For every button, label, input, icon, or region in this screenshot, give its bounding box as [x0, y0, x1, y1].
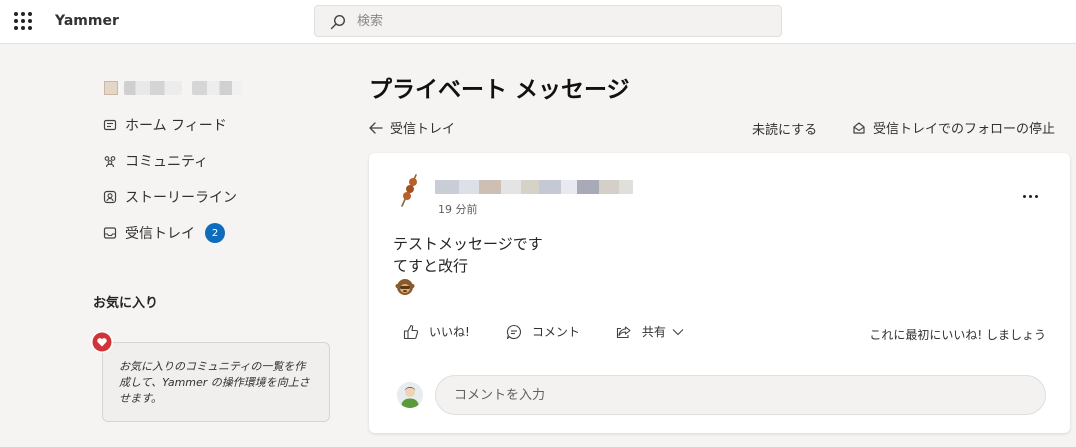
sidebar-item-inbox[interactable]: 受信トレイ 2: [103, 222, 225, 244]
favorites-heading: お気に入り: [93, 296, 159, 311]
comment-button[interactable]: コメント: [506, 323, 580, 340]
heart-icon: [91, 331, 113, 353]
search-input[interactable]: [357, 6, 767, 36]
chevron-down-icon: [672, 328, 684, 335]
search-box[interactable]: [314, 5, 782, 37]
avatar: [397, 382, 423, 408]
favorites-hint-text: お気に入りのコミュニティの一覧を作成して、Yammer の操作環境を向上させます…: [119, 360, 310, 405]
sidebar-item-home-feed[interactable]: ホーム フィード: [103, 114, 227, 136]
be-first-to-like-text: これに最初にいいね! しましょう: [869, 328, 1046, 342]
community-icon: [104, 156, 116, 168]
message-body: テストメッセージです てすと改行: [393, 233, 543, 277]
inbox-icon: [103, 227, 117, 239]
sidebar-item-community[interactable]: コミュニティ: [103, 150, 208, 172]
sidebar-item-label: ストーリーライン: [125, 190, 237, 206]
avatar: [104, 81, 118, 95]
app-launcher-icon[interactable]: [14, 12, 32, 30]
home-feed-icon: [103, 119, 117, 131]
comment-label: コメント: [531, 325, 580, 339]
message-timestamp: 19 分前: [438, 203, 478, 216]
user-name-redacted: [192, 81, 242, 95]
author-name-redacted[interactable]: [435, 180, 633, 194]
more-options-button[interactable]: [1014, 188, 1046, 204]
user-profile[interactable]: [104, 78, 242, 98]
storyline-icon: [103, 190, 117, 204]
inbox-unfollow-icon: [853, 121, 865, 134]
unread-count-badge: 2: [205, 223, 225, 243]
sidebar-item-label: ホーム フィード: [125, 118, 227, 134]
app-title[interactable]: Yammer: [55, 13, 119, 29]
unfollow-in-inbox-button[interactable]: 受信トレイでのフォローの停止: [852, 118, 1055, 137]
comment-icon: [506, 324, 521, 339]
top-bar: Yammer: [0, 0, 1076, 44]
search-icon: [330, 14, 346, 30]
sidebar-item-storyline[interactable]: ストーリーライン: [103, 186, 237, 208]
back-link-label: 受信トレイ: [390, 122, 456, 137]
user-name-redacted: [124, 81, 182, 95]
message-line: てすと改行: [393, 257, 469, 275]
like-button[interactable]: いいね!: [403, 323, 470, 340]
favorites-empty-hint: お気に入りのコミュニティの一覧を作成して、Yammer の操作環境を向上させます…: [102, 342, 330, 422]
share-label: 共有: [641, 325, 666, 339]
mark-unread-button[interactable]: 未読にする: [752, 119, 817, 138]
arrow-left-icon: [369, 121, 383, 134]
sidebar-item-label: コミュニティ: [125, 154, 209, 170]
message-card: 19 分前 テストメッセージです てすと改行 いいね! コメント 共有 これに最…: [369, 153, 1070, 433]
message-actions: いいね! コメント 共有: [403, 323, 720, 340]
message-line: テストメッセージです: [393, 235, 543, 253]
like-label: いいね!: [429, 325, 470, 339]
monkey-emoji-icon: [395, 279, 415, 295]
skewer-avatar-icon[interactable]: [397, 173, 421, 209]
thumbs-up-icon: [403, 324, 419, 339]
comment-input[interactable]: [435, 375, 1046, 415]
share-button[interactable]: 共有: [616, 323, 684, 340]
back-to-inbox-link[interactable]: 受信トレイ: [369, 118, 455, 137]
unfollow-label: 受信トレイでのフォローの停止: [873, 122, 1056, 137]
share-icon: [616, 325, 631, 338]
page-title: プライベート メッセージ: [369, 77, 630, 103]
sidebar-item-label: 受信トレイ: [125, 226, 195, 242]
